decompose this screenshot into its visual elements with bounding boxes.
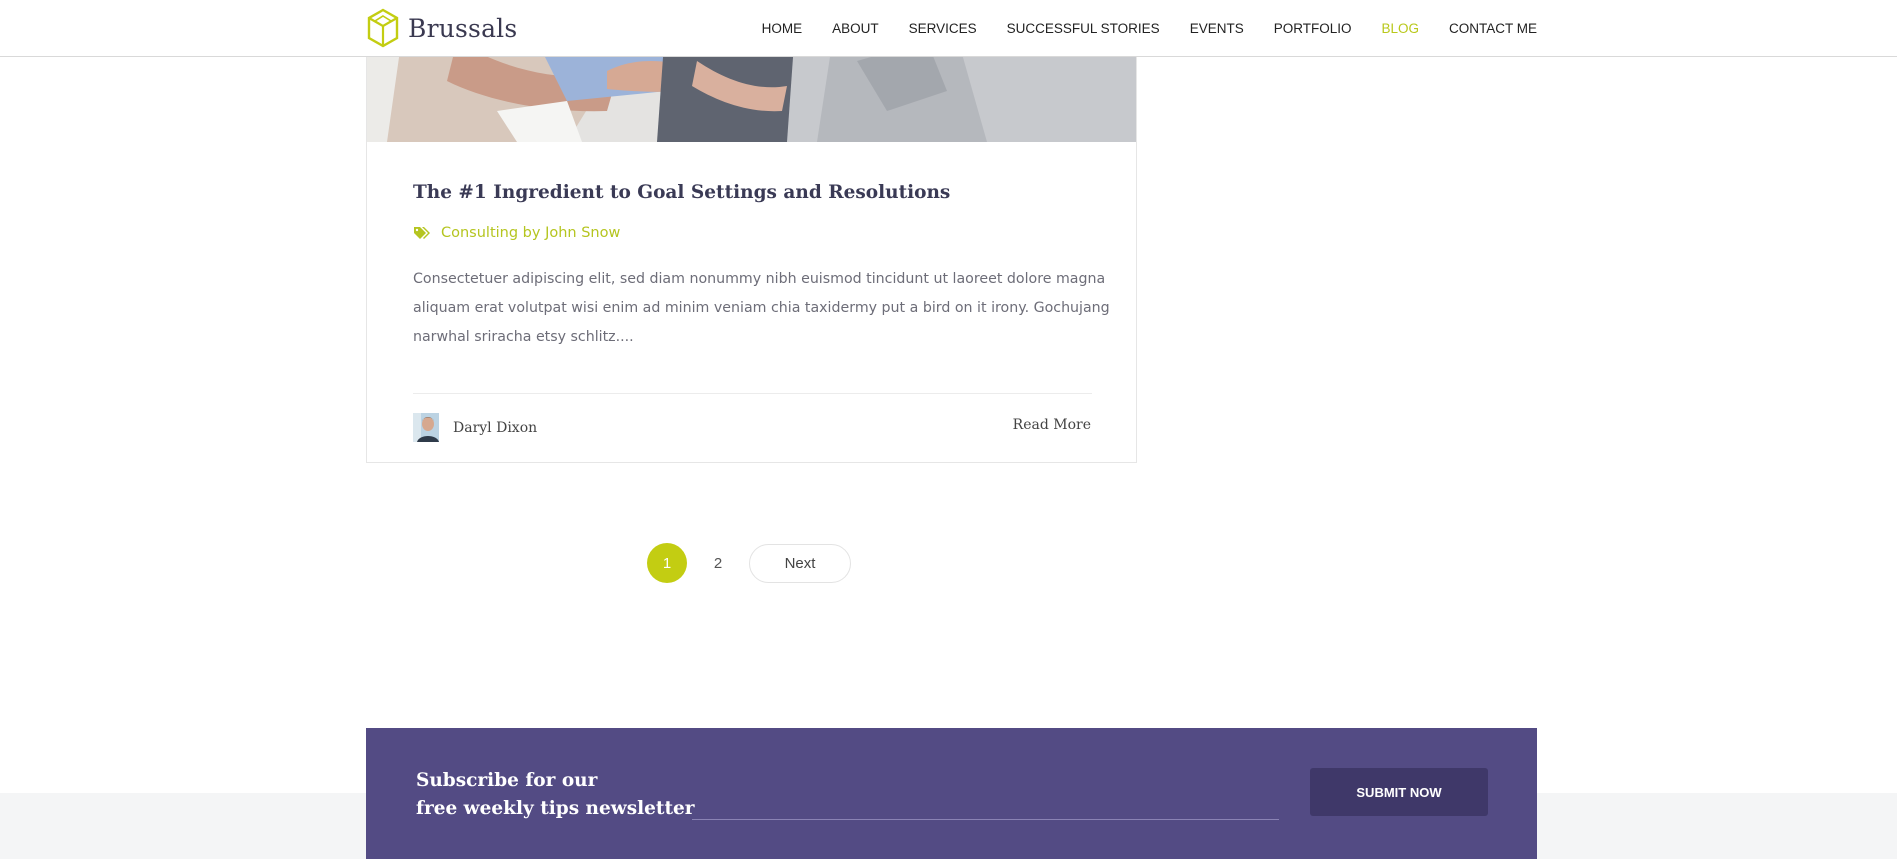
newsletter-email-input[interactable] <box>692 786 1279 820</box>
site-header: Brussals HOME ABOUT SERVICES SUCCESSFUL … <box>0 0 1897 57</box>
logo[interactable]: Brussals <box>366 8 517 48</box>
page-button-2[interactable]: 2 <box>698 543 738 583</box>
post-excerpt: Consectetuer adipiscing elit, sed diam n… <box>413 271 1110 345</box>
divider <box>413 393 1092 394</box>
next-page-button[interactable]: Next <box>749 543 851 583</box>
logo-text: Brussals <box>408 13 518 43</box>
main-nav: HOME ABOUT SERVICES SUCCESSFUL STORIES E… <box>732 0 1537 57</box>
nav-item-events[interactable]: EVENTS <box>1190 21 1244 36</box>
hexagon-cube-icon <box>367 8 399 48</box>
nav-item-successful-stories[interactable]: SUCCESSFUL STORIES <box>1007 21 1160 36</box>
nav-item-portfolio[interactable]: PORTFOLIO <box>1274 21 1352 36</box>
blog-post-card: The #1 Ingredient to Goal Settings and R… <box>366 0 1137 463</box>
read-more-link[interactable]: Read More <box>1013 417 1091 433</box>
nav-item-home[interactable]: HOME <box>762 21 803 36</box>
nav-item-blog[interactable]: BLOG <box>1381 21 1419 36</box>
newsletter-heading: Subscribe for our free weekly tips newsl… <box>416 767 695 823</box>
pagination: 1 2 Next <box>647 543 851 583</box>
nav-item-about[interactable]: ABOUT <box>832 21 879 36</box>
nav-item-services[interactable]: SERVICES <box>909 21 977 36</box>
newsletter-line-2: free weekly tips newsletter <box>416 798 695 819</box>
page-button-1[interactable]: 1 <box>647 543 687 583</box>
avatar[interactable] <box>413 413 439 442</box>
tags-icon <box>414 227 430 239</box>
post-title[interactable]: The #1 Ingredient to Goal Settings and R… <box>413 182 950 203</box>
post-category: Consulting by John Snow <box>413 225 620 241</box>
submit-button[interactable]: SUBMIT NOW <box>1310 768 1488 816</box>
post-author: Daryl Dixon <box>413 413 537 442</box>
newsletter-line-1: Subscribe for our <box>416 770 598 791</box>
author-name[interactable]: Daryl Dixon <box>453 420 537 436</box>
category-link[interactable]: Consulting by John Snow <box>441 225 620 241</box>
nav-item-contact-me[interactable]: CONTACT ME <box>1449 21 1537 36</box>
newsletter-section: Subscribe for our free weekly tips newsl… <box>366 728 1537 859</box>
